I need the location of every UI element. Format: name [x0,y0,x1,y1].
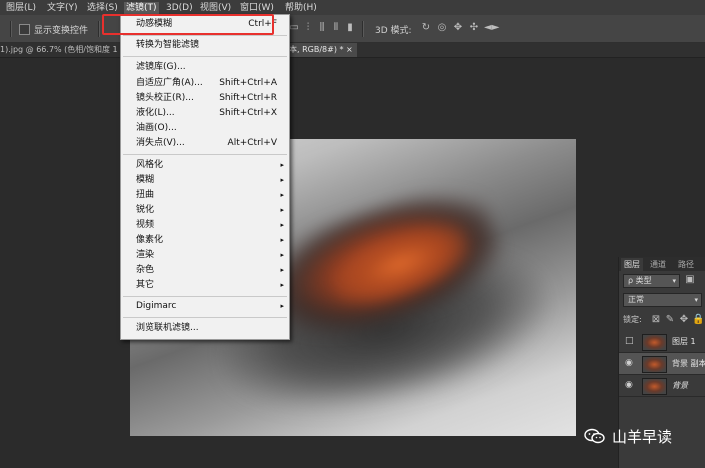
menu-item-render[interactable]: 渲染 ▸ [121,248,289,263]
document-tab-bar: 1).jpg @ 66.7% (色相/饱和度 1 本, RGB/8#) * × [0,43,705,58]
layer-row[interactable]: ◉ 背景 [619,375,705,397]
lock-label: 锁定: [623,315,642,324]
submenu-arrow-icon: ▸ [280,251,284,259]
distribute-icon[interactable]: ⫶ [302,22,314,34]
divider [98,21,100,37]
menu-3d[interactable]: 3D(D) [164,2,195,14]
menu-item-filter-gallery[interactable]: 滤镜库(G)... [121,60,289,75]
document-tab-active[interactable]: 本, RGB/8#) * × [285,43,357,57]
layer-kind-filter[interactable]: ρ 类型 ▾ [623,274,680,288]
menu-item-blur[interactable]: 模糊 ▸ [121,173,289,188]
menu-item-digimarc[interactable]: Digimarc ▸ [121,299,289,314]
divider [10,21,12,37]
image-filter-icon[interactable]: ▣ [684,274,696,286]
menu-item-sharpen[interactable]: 锐化 ▸ [121,203,289,218]
lock-image-icon[interactable]: ✎ [664,314,676,326]
layer-row[interactable]: □ 图层 1 [619,331,705,353]
menu-separator [123,35,287,36]
show-transform-controls-label: 显示变换控件 [34,26,89,36]
menu-item-noise[interactable]: 杂色 ▸ [121,263,289,278]
lock-transparent-icon[interactable]: ⊠ [650,314,662,326]
menu-window[interactable]: 窗口(W) [238,2,276,14]
submenu-arrow-icon: ▸ [280,161,284,169]
align-right-icon[interactable]: ▮ [344,22,356,34]
menu-item-video[interactable]: 视频 ▸ [121,218,289,233]
menu-item-adaptive-wide-angle[interactable]: 自适应广角(A)... Shift+Ctrl+A [121,76,289,91]
menu-type[interactable]: 文字(Y) [45,2,80,14]
submenu-arrow-icon: ▸ [280,221,284,229]
submenu-arrow-icon: ▸ [280,266,284,274]
submenu-arrow-icon: ▸ [280,206,284,214]
lock-position-icon[interactable]: ✥ [678,314,690,326]
3d-scale-icon[interactable]: ◄► [484,22,499,34]
layer-name: 图层 1 [672,337,696,346]
layer-row-selected[interactable]: ◉ 背景 副本 [619,353,705,375]
tab-channels[interactable]: 通道 [650,258,666,271]
submenu-arrow-icon: ▸ [280,302,284,310]
submenu-arrow-icon: ▸ [280,176,284,184]
blend-mode-select[interactable]: 正常 ▾ [623,293,702,307]
menu-item-convert-smart-filters[interactable]: 转换为智能滤镜 [121,38,289,53]
chevron-down-icon: ▾ [672,277,676,285]
submenu-arrow-icon: ▸ [280,281,284,289]
highlight-box [102,14,274,35]
distribute-horizontal-icon[interactable]: ⦀ [330,22,342,34]
layer-name: 背景 副本 [672,359,705,368]
menu-item-browse-filters-online[interactable]: 浏览联机滤镜... [121,321,289,336]
3d-rotate-icon[interactable]: ↻ [420,22,432,34]
layer-thumbnail [642,378,667,395]
3d-slide-icon[interactable]: ✣ [468,22,480,34]
menu-item-distort[interactable]: 扭曲 ▸ [121,188,289,203]
menu-item-oil-paint[interactable]: 油画(O)... [121,121,289,136]
menu-view[interactable]: 视图(V) [198,2,233,14]
menu-filter[interactable]: 滤镜(T) [124,2,159,14]
show-transform-controls-checkbox[interactable] [19,24,30,35]
layer-thumbnail [642,356,667,373]
submenu-arrow-icon: ▸ [280,236,284,244]
filter-menu: 动感模糊 Ctrl+F 转换为智能滤镜 滤镜库(G)... 自适应广角(A)...… [120,14,290,340]
menu-select[interactable]: 选择(S) [85,2,120,14]
chevron-down-icon: ▾ [694,296,698,304]
menu-item-pixelate[interactable]: 像素化 ▸ [121,233,289,248]
lock-all-icon[interactable]: 🔒 [692,314,704,326]
tab-layers[interactable]: 图层 [621,258,643,271]
3d-roll-icon[interactable]: ◎ [436,22,448,34]
menu-item-stylize[interactable]: 风格化 ▸ [121,158,289,173]
document-tab[interactable]: 1).jpg @ 66.7% (色相/饱和度 1 [0,43,118,57]
align-center-icon[interactable]: ⫼ [316,22,328,34]
layer-name: 背景 [672,381,688,390]
visibility-toggle[interactable]: □ [625,336,635,346]
panel-tabs: 图层 通道 路径 [619,257,705,271]
tab-paths[interactable]: 路径 [678,258,694,271]
menu-separator [123,154,287,155]
menu-separator [123,317,287,318]
eye-icon[interactable]: ◉ [625,358,635,368]
3d-pan-icon[interactable]: ✥ [452,22,464,34]
layer-thumbnail [642,334,667,351]
menu-item-lens-correction[interactable]: 镜头校正(R)... Shift+Ctrl+R [121,91,289,106]
divider [362,21,364,37]
3d-mode-label: 3D 模式: [375,26,412,36]
eye-icon[interactable]: ◉ [625,380,635,390]
menu-help[interactable]: 帮助(H) [283,2,319,14]
submenu-arrow-icon: ▸ [280,191,284,199]
menu-item-other[interactable]: 其它 ▸ [121,278,289,293]
watermark-text: 山羊早读 [612,428,673,446]
menu-layer[interactable]: 图层(L) [4,2,38,14]
menu-separator [123,296,287,297]
menu-separator [123,56,287,57]
menu-item-liquify[interactable]: 液化(L)... Shift+Ctrl+X [121,106,289,121]
menu-item-vanishing-point[interactable]: 消失点(V)... Alt+Ctrl+V [121,136,289,151]
wechat-icon [584,428,605,444]
